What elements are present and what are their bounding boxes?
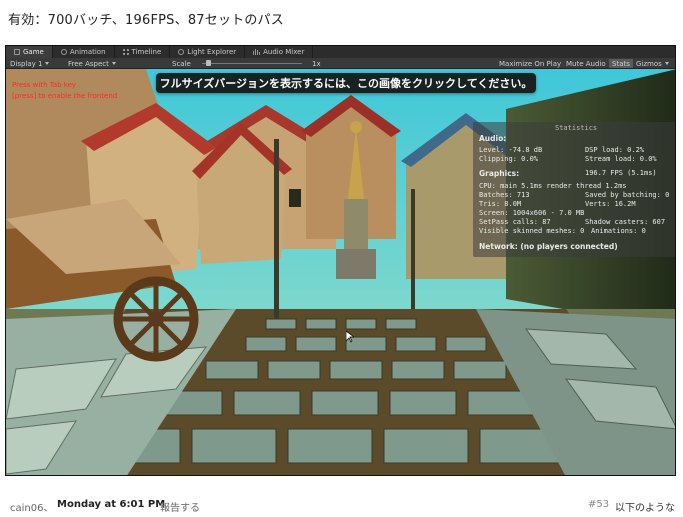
stats-network: Network: (no players connected) <box>479 242 618 251</box>
tab-animation-label: Animation <box>69 48 106 56</box>
stats-level: Level: -74.8 dB <box>479 146 543 154</box>
tab-light-explorer-label: Light Explorer <box>187 48 237 56</box>
light-icon <box>178 49 185 55</box>
chevron-down-icon <box>45 62 50 65</box>
stats-clipping: Clipping: 0.0% <box>479 155 539 163</box>
gizmos-label: Gizmos <box>636 59 662 68</box>
stats-animations: Animations: 0 <box>591 227 646 235</box>
tab-audio-mixer[interactable]: Audio Mixer <box>245 46 314 58</box>
tab-game[interactable]: Game <box>6 46 53 58</box>
tab-animation[interactable]: Animation <box>53 46 115 58</box>
stats-title: Statistics <box>555 124 598 132</box>
editor-tab-bar: Game Animation Timeline Light Explorer A… <box>6 46 675 58</box>
stats-graphics-header: Graphics: <box>479 169 520 178</box>
aspect-dropdown[interactable]: Free Aspect <box>68 59 116 68</box>
debug-text-line-2: [press] to enable the frontend <box>12 92 118 100</box>
stats-verts: Verts: 16.2M <box>585 200 636 208</box>
scale-label: Scale <box>172 59 191 68</box>
scale-slider-handle[interactable] <box>206 60 211 66</box>
chevron-down-icon <box>664 62 669 65</box>
stats-fps: 196.7 FPS (5.1ms) <box>585 169 657 177</box>
stats-panel: Statistics Audio: Level: -74.8 dB DSP lo… <box>473 122 675 257</box>
stats-shadow-casters: Shadow casters: 607 <box>585 218 666 226</box>
footer-trailing-text: 以下のような <box>615 503 675 514</box>
post-timestamp[interactable]: Monday at 6:01 PM <box>57 499 165 510</box>
post-number-link[interactable]: #53 <box>588 499 609 510</box>
chevron-down-icon <box>111 62 116 65</box>
stats-skinned-meshes: Visible skinned meshes: 0 <box>479 227 585 235</box>
debug-text-line-1: Press with Tab key <box>12 81 77 89</box>
tab-game-label: Game <box>23 48 44 56</box>
mouse-cursor-icon <box>346 331 354 343</box>
audio-mixer-icon <box>253 49 261 55</box>
click-to-enlarge-tooltip: フルサイズバージョンを表示するには、この画像をクリックしてください。 <box>156 73 536 93</box>
stats-button[interactable]: Stats <box>609 59 633 68</box>
tab-audio-mixer-label: Audio Mixer <box>263 48 305 56</box>
author-link[interactable]: cain06、 <box>10 499 53 514</box>
game-icon <box>14 49 20 55</box>
display-dropdown[interactable]: Display 1 <box>10 59 50 68</box>
game-toolbar: Display 1 Free Aspect Scale 1x Maximize … <box>6 58 675 69</box>
timeline-icon <box>122 49 129 55</box>
mute-audio-button[interactable]: Mute Audio <box>566 59 606 68</box>
stats-setpass-calls: SetPass calls: 87 <box>479 218 551 226</box>
scale-slider-track[interactable] <box>202 63 302 64</box>
stats-tris: Tris: 8.0M <box>479 200 522 208</box>
stats-batches: Batches: 713 <box>479 191 530 199</box>
screenshot-image[interactable]: Game Animation Timeline Light Explorer A… <box>5 45 676 476</box>
animation-icon <box>60 49 67 55</box>
gizmos-dropdown[interactable]: Gizmos <box>636 59 669 68</box>
stats-saved-by-batching: Saved by batching: 0 <box>585 191 670 199</box>
tab-light-explorer[interactable]: Light Explorer <box>170 46 246 58</box>
tab-timeline[interactable]: Timeline <box>115 46 171 58</box>
stats-dsp-load: DSP load: 0.2% <box>585 146 645 154</box>
maximize-on-play-button[interactable]: Maximize On Play <box>499 59 561 68</box>
stats-screen: Screen: 1004x606 - 7.0 MB <box>479 209 585 217</box>
report-link[interactable]: 報告する <box>160 499 200 514</box>
stats-cpu: CPU: main 5.1ms render thread 1.2ms <box>479 182 627 190</box>
post-text: 有効：700バッチ、196FPS、87セットのパス <box>8 13 284 28</box>
stats-stream-load: Stream load: 0.0% <box>585 155 657 163</box>
stats-audio-header: Audio: <box>479 134 507 143</box>
scale-value: 1x <box>312 59 321 68</box>
tab-timeline-label: Timeline <box>131 48 162 56</box>
display-label: Display 1 <box>10 59 43 68</box>
post-footer: cain06、 Monday at 6:01 PM 報告する #53 以下のよう… <box>0 496 683 517</box>
aspect-label: Free Aspect <box>68 59 109 68</box>
